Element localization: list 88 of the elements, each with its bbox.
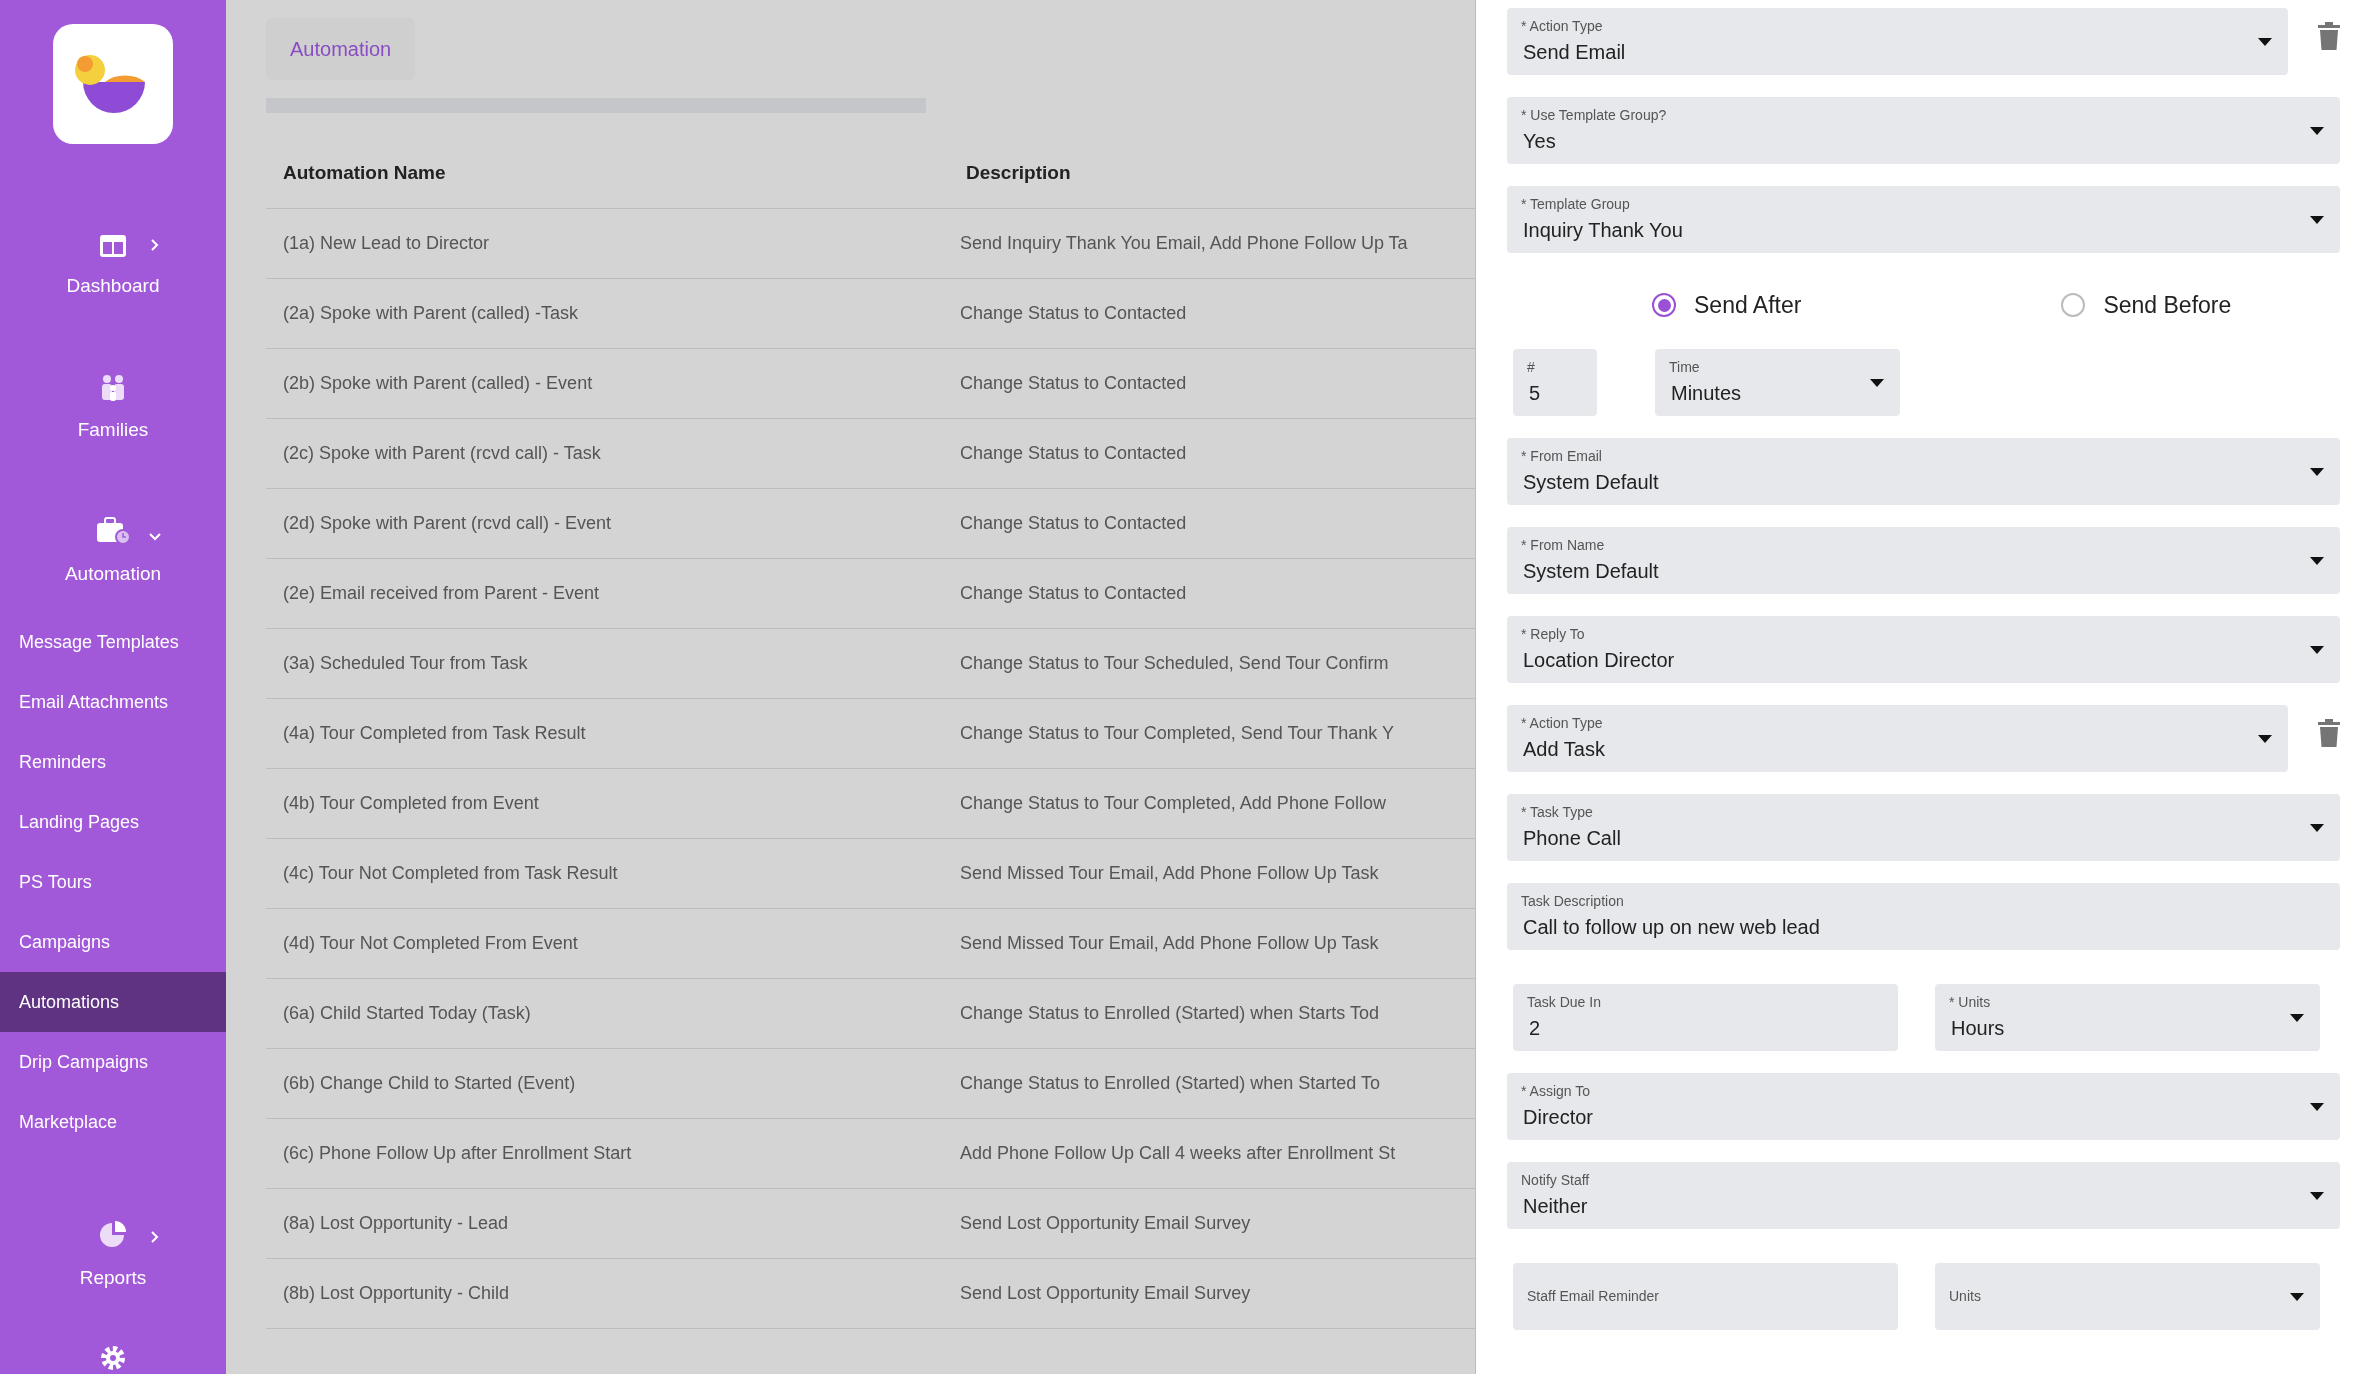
dropdown-caret-icon [2310,556,2324,565]
select-field[interactable]: Time Minutes [1655,349,1900,416]
table-cell-text: (4a) Tour Completed from Task Result [282,722,587,745]
table-cell-text: (3a) Scheduled Tour from Task [282,652,529,675]
nav-subitem[interactable]: Marketplace [0,1092,226,1152]
dropdown-caret-icon [1870,378,1884,387]
table-cell-text: (6b) Change Child to Started (Event) [282,1072,577,1095]
table-cell-text: (6a) Child Started Today (Task) [282,1002,532,1025]
select-field[interactable]: Units [1935,1263,2320,1330]
select-field[interactable]: * From Name System Default [1507,527,2340,594]
dropdown-caret-icon [2258,734,2272,743]
table-cell-text: Change Status to Enrolled (Started) when Started To [960,1072,1380,1095]
dropdown-caret-icon [2310,823,2324,832]
table-cell-text: (4d) Tour Not Completed From Event [282,932,579,955]
briefcase-clock-icon [95,515,131,546]
nav-item[interactable]: Families [77,415,149,444]
table-cell-text: (2c) Spoke with Parent (rcvd call) - Task [282,442,602,465]
nav-subitem[interactable]: Drip Campaigns [0,1032,226,1092]
nav-subitem[interactable]: PS Tours [0,852,226,912]
table-cell-text: Change Status to Contacted [960,372,1187,395]
radio-button[interactable] [1652,293,1676,317]
table-cell-text: Send Lost Opportunity Email Survey [960,1282,1251,1305]
nav-item[interactable]: Dashboard [66,271,160,300]
dropdown-caret-icon [2310,1102,2324,1111]
table-cell-text: Change Status to Contacted [960,302,1187,325]
delete-icon[interactable] [2318,22,2340,50]
select-field[interactable]: Notify Staff Neither [1507,1162,2340,1229]
nav-subitem[interactable]: Automations [0,972,226,1032]
select-field[interactable]: * Reply To Location Director [1507,616,2340,683]
table-cell-text: Change Status to Tour Completed, Add Phone Follow [960,792,1386,815]
input-field[interactable]: Task Description Call to follow up on new web lead [1507,883,2340,950]
table-cell-text: Change Status to Enrolled (Started) when Starts Tod [960,1002,1379,1025]
column-header: Description [966,161,1071,186]
table-cell-text: (6c) Phone Follow Up after Enrollment Start [282,1142,633,1165]
select-field[interactable]: * Template Group Inquiry Thank You [1507,186,2340,253]
select-field[interactable]: * Action Type Send Email [1507,8,2288,75]
input-field[interactable]: # 5 [1513,349,1597,416]
table-cell-text: (2b) Spoke with Parent (called) - Event [282,372,594,395]
dropdown-caret-icon [2310,215,2324,224]
settings-icon[interactable] [99,1344,127,1372]
radio-option[interactable]: Send After [1652,287,1802,323]
dashboard-icon [99,233,127,258]
delete-icon[interactable] [2318,719,2340,747]
column-header: Automation Name [282,161,447,186]
table-cell-text: (2d) Spoke with Parent (rcvd call) - Event [282,512,613,535]
nav-subitem[interactable]: Message Templates [0,612,226,672]
nav-item[interactable]: Automation [64,559,162,588]
table-cell-text: (4c) Tour Not Completed from Task Result [282,862,619,885]
table-cell-text: Send Lost Opportunity Email Survey [960,1212,1251,1235]
radio-button[interactable] [2061,293,2086,317]
table-cell-text: Change Status to Tour Completed, Send Tour Thank Y [960,722,1394,745]
table-cell-text: Change Status to Contacted [960,512,1187,535]
table-cell-text: (2e) Email received from Parent - Event [282,582,601,605]
nav-item[interactable]: Reports [79,1263,147,1292]
nav-subitem[interactable]: Landing Pages [0,792,226,852]
select-field[interactable]: * Action Type Add Task [1507,705,2288,772]
table-cell-text: (4b) Tour Completed from Event [282,792,540,815]
dropdown-caret-icon [2290,1013,2304,1022]
table-cell-text: Send Missed Tour Email, Add Phone Follow Up Task [960,932,1379,955]
select-field[interactable]: * Use Template Group? Yes [1507,97,2340,164]
table-cell-text: Send Missed Tour Email, Add Phone Follow Up Task [960,862,1379,885]
select-field[interactable]: * From Email System Default [1507,438,2340,505]
radio-option[interactable]: Send Before [2061,287,2232,323]
input-field[interactable]: Task Due In 2 [1513,984,1898,1051]
dropdown-caret-icon [2310,126,2324,135]
table-cell-text: (8a) Lost Opportunity - Lead [282,1212,510,1235]
nav-subitem[interactable]: Email Attachments [0,672,226,732]
select-field[interactable]: * Task Type Phone Call [1507,794,2340,861]
table-cell-text: Change Status to Contacted [960,442,1187,465]
select-field[interactable]: * Units Hours [1935,984,2320,1051]
table-cell-text: Send Inquiry Thank You Email, Add Phone Follow Up Ta [960,232,1408,255]
table-cell-text: (2a) Spoke with Parent (called) -Task [282,302,580,325]
dropdown-caret-icon [2310,467,2324,476]
dropdown-caret-icon [2290,1292,2304,1301]
table-cell-text: Add Phone Follow Up Call 4 weeks after Enrollment St [960,1142,1396,1165]
dropdown-caret-icon [2310,1191,2324,1200]
dropdown-caret-icon [2310,645,2324,654]
input-field[interactable]: Staff Email Reminder [1513,1263,1898,1330]
table-cell-text: Change Status to Tour Scheduled, Send Tour Confirm [960,652,1389,675]
dropdown-caret-icon [2258,37,2272,46]
select-field[interactable]: * Assign To Director [1507,1073,2340,1140]
pie-chart-icon [98,1219,128,1250]
nav-subitem[interactable]: Reminders [0,732,226,792]
app-logo[interactable] [53,24,173,144]
table-cell-text: Change Status to Contacted [960,582,1187,605]
nav-subitem[interactable]: Campaigns [0,912,226,972]
table-cell-text: (1a) New Lead to Director [282,232,491,255]
table-cell-text: (8b) Lost Opportunity - Child [282,1282,511,1305]
